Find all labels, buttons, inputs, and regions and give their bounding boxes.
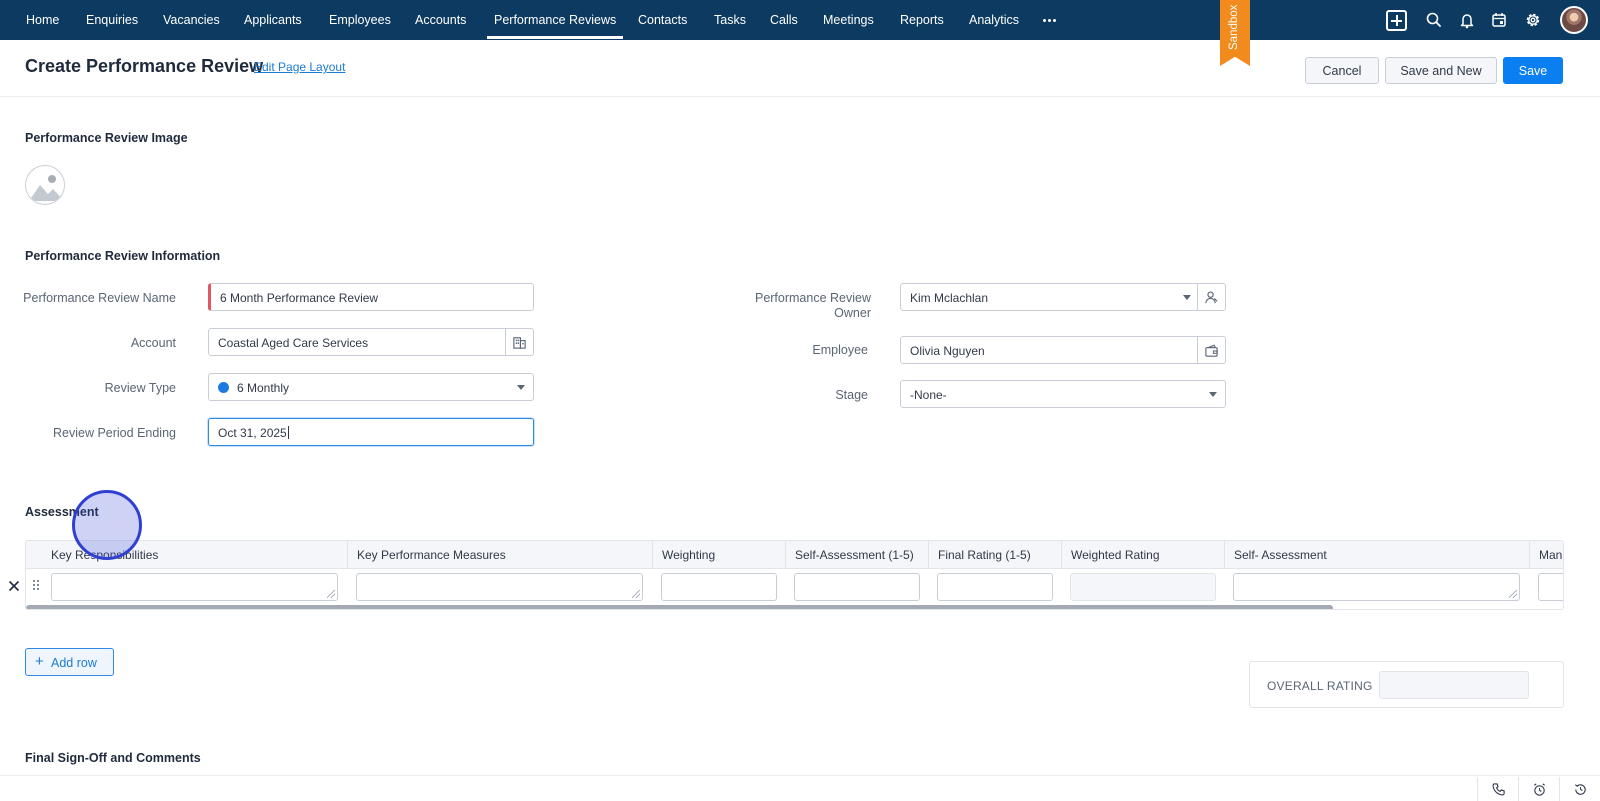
employee-label: Employee (812, 343, 868, 357)
review-period-label: Review Period Ending (53, 426, 176, 440)
column-header: Self- Assessment (1224, 541, 1529, 569)
image-placeholder-icon[interactable] (25, 165, 65, 205)
stage-label: Stage (835, 388, 868, 402)
account-label: Account (130, 336, 176, 350)
drag-handle-icon[interactable] (33, 580, 41, 592)
owner-label-line1: Performance Review (754, 291, 871, 305)
employee-value: Olivia Nguyen (910, 344, 985, 358)
alarm-clock-icon[interactable] (1518, 777, 1559, 801)
account-lookup-input[interactable]: Coastal Aged Care Services (208, 328, 534, 356)
employee-lookup-input[interactable]: Olivia Nguyen (900, 336, 1226, 364)
column-header: Mana (1529, 541, 1563, 569)
footer-divider (0, 775, 1600, 776)
user-avatar[interactable] (1560, 6, 1588, 34)
assessment-table-header: Key Responsibilities Key Performance Mea… (26, 541, 1563, 569)
overall-rating-box: OVERALL RATING (1249, 661, 1564, 708)
section-title-image: Performance Review Image (25, 131, 188, 145)
weighted-rating-input (1070, 573, 1216, 601)
sandbox-badge: Sandbox (1220, 0, 1250, 66)
chevron-down-icon (1209, 392, 1217, 397)
review-period-date-input[interactable]: Oct 31, 2025 (208, 418, 534, 446)
column-header: Weighted Rating (1061, 541, 1224, 569)
nav-item-contacts[interactable]: Contacts (638, 0, 687, 40)
nav-item-analytics[interactable]: Analytics (969, 0, 1019, 40)
save-button[interactable]: Save (1503, 57, 1563, 84)
chevron-down-icon (1183, 295, 1191, 300)
plus-icon: + (35, 653, 44, 670)
review-type-value: 6 Monthly (237, 381, 290, 395)
add-row-button[interactable]: + Add row (25, 648, 114, 676)
stage-select[interactable]: -None- (900, 380, 1226, 408)
owner-select[interactable]: Kim Mclachlan (900, 283, 1226, 311)
nav-item-calls[interactable]: Calls (770, 0, 798, 40)
overall-rating-input (1379, 671, 1529, 699)
gear-icon[interactable] (1522, 9, 1544, 31)
horizontal-scrollbar[interactable] (26, 605, 1563, 609)
nav-item-performance-reviews[interactable]: Performance Reviews (486, 0, 624, 40)
assessment-table: Key Responsibilities Key Performance Mea… (25, 540, 1564, 610)
stage-value: -None- (910, 388, 947, 402)
search-icon[interactable] (1423, 9, 1445, 31)
more-horizontal-icon[interactable] (1042, 13, 1058, 27)
review-period-value: Oct 31, 2025 (218, 426, 287, 440)
review-name-input[interactable]: 6 Month Performance Review (208, 283, 534, 311)
nav-item-vacancies[interactable]: Vacancies (163, 0, 220, 40)
weighting-input[interactable] (661, 573, 777, 601)
owner-label-line2: Owner (834, 306, 871, 320)
column-header: Self-Assessment (1-5) (785, 541, 928, 569)
close-icon[interactable] (8, 580, 20, 592)
review-type-color-dot (218, 382, 229, 393)
calendar-icon[interactable] (1488, 9, 1510, 31)
bell-icon[interactable] (1456, 9, 1478, 31)
wallet-icon[interactable] (1197, 337, 1225, 363)
review-name-value: 6 Month Performance Review (220, 291, 379, 305)
section-title-signoff: Final Sign-Off and Comments (25, 751, 201, 765)
click-indicator (72, 490, 142, 560)
phone-icon[interactable] (1477, 777, 1518, 801)
cancel-button[interactable]: Cancel (1305, 57, 1379, 84)
section-title-info: Performance Review Information (25, 249, 221, 263)
overall-rating-label: OVERALL RATING (1267, 679, 1373, 693)
nav-item-home[interactable]: Home (26, 0, 59, 40)
chevron-down-icon (517, 385, 525, 390)
key-responsibilities-textarea[interactable] (51, 573, 338, 601)
self-assessment-textarea[interactable] (1233, 573, 1520, 601)
header-divider (0, 96, 1600, 97)
column-header: Key Performance Measures (347, 541, 652, 569)
nav-item-applicants[interactable]: Applicants (244, 0, 302, 40)
add-row-label: Add row (51, 656, 97, 670)
column-header: Final Rating (1-5) (928, 541, 1061, 569)
review-type-select[interactable]: 6 Monthly (208, 373, 534, 401)
edit-page-layout-link[interactable]: Edit Page Layout (254, 60, 345, 74)
scrollbar-thumb[interactable] (26, 605, 1333, 609)
save-and-new-button[interactable]: Save and New (1385, 57, 1497, 84)
nav-item-reports[interactable]: Reports (900, 0, 944, 40)
key-performance-measures-textarea[interactable] (356, 573, 643, 601)
nav-item-meetings[interactable]: Meetings (823, 0, 874, 40)
plus-icon[interactable] (1386, 10, 1407, 31)
column-header: Weighting (652, 541, 785, 569)
history-icon[interactable] (1559, 777, 1600, 801)
owner-label: Performance Review Owner (700, 291, 871, 321)
manager-assessment-input[interactable] (1538, 573, 1563, 601)
building-icon[interactable] (505, 329, 533, 355)
owner-value: Kim Mclachlan (910, 291, 989, 305)
user-lookup-icon[interactable] (1197, 284, 1225, 310)
review-type-label: Review Type (104, 381, 176, 395)
self-assessment-rating-input[interactable] (794, 573, 920, 601)
nav-item-employees[interactable]: Employees (329, 0, 391, 40)
final-rating-input[interactable] (937, 573, 1053, 601)
review-name-label: Performance Review Name (23, 291, 176, 305)
account-value: Coastal Aged Care Services (218, 336, 369, 350)
nav-item-tasks[interactable]: Tasks (714, 0, 746, 40)
page-title: Create Performance Review (25, 56, 264, 76)
sandbox-label: Sandbox (1228, 4, 1240, 50)
text-cursor (287, 426, 289, 439)
top-navigation: Home Enquiries Vacancies Applicants Empl… (0, 0, 1600, 66)
review-period-field-text: Oct 31, 2025 (218, 426, 289, 440)
nav-item-enquiries[interactable]: Enquiries (86, 0, 138, 40)
nav-item-accounts[interactable]: Accounts (415, 0, 466, 40)
